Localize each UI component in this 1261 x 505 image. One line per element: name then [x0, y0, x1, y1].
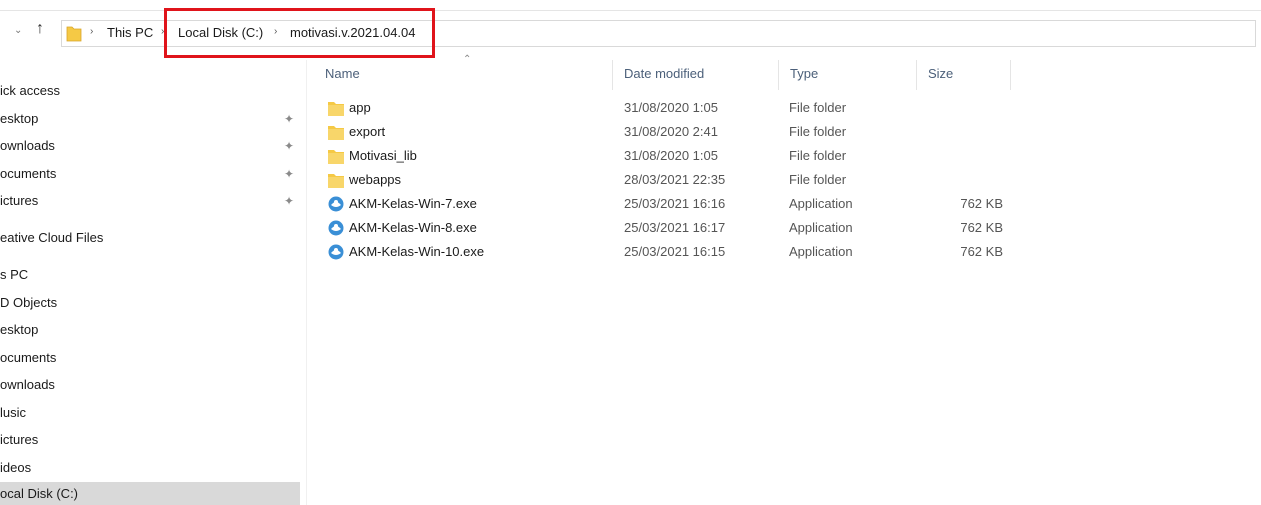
nav-item-creative-cloud-files[interactable]: eative Cloud Files: [0, 226, 300, 250]
file-name: AKM-Kelas-Win-8.exe: [349, 220, 477, 235]
file-type: Application: [789, 220, 853, 235]
file-size: [943, 120, 1003, 144]
nav-item-quick-access[interactable]: ick access: [0, 79, 300, 103]
nav-item-videos[interactable]: ideos: [0, 456, 300, 480]
folder-icon: [66, 26, 82, 42]
pane-divider[interactable]: [306, 60, 307, 505]
pin-icon: ✦: [284, 112, 295, 126]
file-name: webapps: [349, 172, 402, 187]
nav-item-label: esktop: [0, 111, 39, 126]
file-date-modified: 31/08/2020 1:05: [624, 148, 718, 163]
file-row-application[interactable]: AKM-Kelas-Win-10.exe 25/03/2021 16:15 Ap…: [320, 240, 1020, 264]
sort-ascending-icon: ⌃: [463, 54, 472, 65]
annotation-highlight-box: [164, 8, 435, 58]
up-arrow-icon[interactable]: ↑: [36, 20, 44, 38]
file-type: File folder: [789, 148, 847, 163]
nav-item-label: lusic: [0, 405, 27, 420]
column-divider[interactable]: [778, 60, 779, 90]
app-icon: [328, 244, 344, 260]
file-name: AKM-Kelas-Win-10.exe: [349, 244, 485, 259]
file-row-folder[interactable]: Motivasi_lib 31/08/2020 1:05 File folder: [320, 144, 1020, 168]
file-type: File folder: [789, 100, 847, 115]
nav-item-label: eative Cloud Files: [0, 230, 104, 245]
pin-icon: ✦: [284, 167, 295, 181]
nav-item-label: ideos: [0, 460, 32, 475]
nav-item-music[interactable]: lusic: [0, 401, 300, 425]
column-divider[interactable]: [916, 60, 917, 90]
file-date-modified: 25/03/2021 16:15: [624, 244, 726, 259]
nav-item-documents[interactable]: ocuments: [0, 346, 300, 370]
nav-item-downloads[interactable]: ownloads: [0, 373, 300, 397]
folder-icon: [328, 126, 344, 140]
file-name: Motivasi_lib: [349, 148, 417, 163]
nav-item-pictures[interactable]: ictures: [0, 428, 300, 452]
file-type: Application: [789, 196, 853, 211]
file-size: [943, 144, 1003, 168]
nav-item-label: ocuments: [0, 350, 57, 365]
nav-item-label: ownloads: [0, 377, 55, 392]
nav-item-desktop-pinned[interactable]: esktop ✦: [0, 107, 300, 131]
nav-item-local-disk[interactable]: ocal Disk (C:): [0, 482, 300, 505]
file-size: [943, 168, 1003, 192]
recent-locations-chevron-icon[interactable]: ⌄: [14, 25, 22, 36]
file-size: [943, 96, 1003, 120]
breadcrumb-this-pc[interactable]: This PC: [107, 25, 153, 40]
column-header-name[interactable]: Name: [325, 60, 360, 90]
pin-icon: ✦: [284, 194, 295, 208]
file-row-folder[interactable]: app 31/08/2020 1:05 File folder: [320, 96, 1020, 120]
nav-item-label: ocal Disk (C:): [0, 486, 79, 501]
file-type: File folder: [789, 124, 847, 139]
nav-item-label: ocuments: [0, 166, 57, 181]
folder-icon: [328, 174, 344, 188]
app-icon: [328, 220, 344, 236]
nav-item-label: ictures: [0, 193, 39, 208]
nav-item-label: ownloads: [0, 138, 55, 153]
nav-item-label: ictures: [0, 432, 39, 447]
folder-icon: [328, 102, 344, 116]
file-name: export: [349, 124, 386, 139]
file-date-modified: 25/03/2021 16:16: [624, 196, 726, 211]
nav-item-label: s PC: [0, 267, 29, 282]
file-row-folder[interactable]: export 31/08/2020 2:41 File folder: [320, 120, 1020, 144]
file-type: Application: [789, 244, 853, 259]
file-size: 762 KB: [960, 220, 1003, 235]
column-header-date-modified[interactable]: Date modified: [624, 60, 704, 90]
file-date-modified: 25/03/2021 16:17: [624, 220, 726, 235]
folder-icon: [328, 150, 344, 164]
nav-item-this-pc[interactable]: s PC: [0, 263, 300, 287]
nav-item-documents-pinned[interactable]: ocuments ✦: [0, 162, 300, 186]
file-type: File folder: [789, 172, 847, 187]
app-icon: [328, 196, 344, 212]
file-row-application[interactable]: AKM-Kelas-Win-8.exe 25/03/2021 16:17 App…: [320, 216, 1020, 240]
file-date-modified: 31/08/2020 2:41: [624, 124, 718, 139]
navigation-pane: ick access esktop ✦ ownloads ✦ ocuments …: [0, 60, 300, 505]
nav-item-label: ick access: [0, 83, 60, 98]
nav-item-desktop[interactable]: esktop: [0, 318, 300, 342]
file-row-folder[interactable]: webapps 28/03/2021 22:35 File folder: [320, 168, 1020, 192]
file-name: AKM-Kelas-Win-7.exe: [349, 196, 477, 211]
file-date-modified: 28/03/2021 22:35: [624, 172, 726, 187]
nav-item-pictures-pinned[interactable]: ictures ✦: [0, 189, 300, 213]
column-divider[interactable]: [1010, 60, 1011, 90]
file-size: 762 KB: [960, 244, 1003, 259]
column-header-type[interactable]: Type: [790, 60, 818, 90]
nav-item-label: D Objects: [0, 295, 58, 310]
column-header-size[interactable]: Size: [928, 60, 953, 90]
column-divider[interactable]: [612, 60, 613, 90]
nav-item-3d-objects[interactable]: D Objects: [0, 291, 300, 315]
nav-item-label: esktop: [0, 322, 39, 337]
pin-icon: ✦: [284, 139, 295, 153]
file-name: app: [349, 100, 371, 115]
nav-item-downloads-pinned[interactable]: ownloads ✦: [0, 134, 300, 158]
file-date-modified: 31/08/2020 1:05: [624, 100, 718, 115]
file-size: 762 KB: [960, 196, 1003, 211]
file-row-application[interactable]: AKM-Kelas-Win-7.exe 25/03/2021 16:16 App…: [320, 192, 1020, 216]
breadcrumb-separator-icon[interactable]: ›: [90, 26, 93, 37]
